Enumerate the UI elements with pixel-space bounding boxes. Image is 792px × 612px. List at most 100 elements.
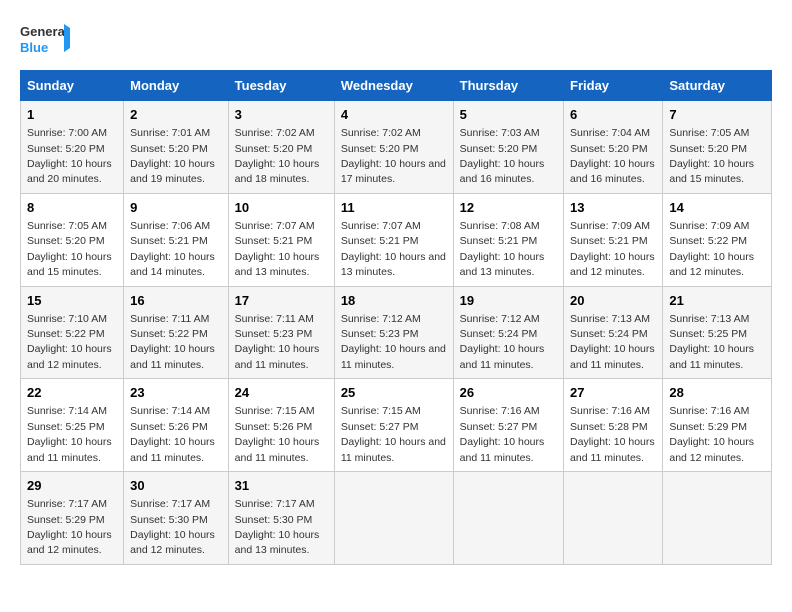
day-number: 23 bbox=[130, 384, 222, 402]
day-number: 19 bbox=[460, 292, 557, 310]
calendar-week-row: 8 Sunrise: 7:05 AMSunset: 5:20 PMDaylight… bbox=[21, 193, 772, 286]
day-number: 3 bbox=[235, 106, 328, 124]
calendar-cell: 5 Sunrise: 7:03 AMSunset: 5:20 PMDaylight… bbox=[453, 101, 563, 194]
day-number: 9 bbox=[130, 199, 222, 217]
day-info: Sunrise: 7:14 AMSunset: 5:25 PMDaylight:… bbox=[27, 405, 112, 463]
day-number: 28 bbox=[669, 384, 765, 402]
calendar-cell: 3 Sunrise: 7:02 AMSunset: 5:20 PMDaylight… bbox=[228, 101, 334, 194]
day-info: Sunrise: 7:15 AMSunset: 5:26 PMDaylight:… bbox=[235, 405, 320, 463]
day-info: Sunrise: 7:14 AMSunset: 5:26 PMDaylight:… bbox=[130, 405, 215, 463]
day-number: 31 bbox=[235, 477, 328, 495]
calendar-cell: 30 Sunrise: 7:17 AMSunset: 5:30 PMDayligh… bbox=[124, 472, 229, 565]
header-cell-sunday: Sunday bbox=[21, 71, 124, 101]
calendar-cell: 21 Sunrise: 7:13 AMSunset: 5:25 PMDayligh… bbox=[663, 286, 772, 379]
day-number: 13 bbox=[570, 199, 656, 217]
day-info: Sunrise: 7:07 AMSunset: 5:21 PMDaylight:… bbox=[341, 220, 446, 278]
day-number: 11 bbox=[341, 199, 447, 217]
day-info: Sunrise: 7:16 AMSunset: 5:27 PMDaylight:… bbox=[460, 405, 545, 463]
calendar-cell: 16Sunrise: 7:11 AMSunset: 5:22 PMDayligh… bbox=[124, 286, 229, 379]
header-cell-saturday: Saturday bbox=[663, 71, 772, 101]
header-cell-thursday: Thursday bbox=[453, 71, 563, 101]
calendar-cell: 27 Sunrise: 7:16 AMSunset: 5:28 PMDayligh… bbox=[564, 379, 663, 472]
day-info: Sunrise: 7:05 AMSunset: 5:20 PMDaylight:… bbox=[27, 220, 112, 278]
day-info: Sunrise: 7:17 AMSunset: 5:29 PMDaylight:… bbox=[27, 498, 112, 556]
calendar-cell: 19 Sunrise: 7:12 AMSunset: 5:24 PMDayligh… bbox=[453, 286, 563, 379]
calendar-cell: 22 Sunrise: 7:14 AMSunset: 5:25 PMDayligh… bbox=[21, 379, 124, 472]
calendar-cell bbox=[334, 472, 453, 565]
day-info: Sunrise: 7:07 AMSunset: 5:21 PMDaylight:… bbox=[235, 220, 320, 278]
day-info: Sunrise: 7:12 AMSunset: 5:24 PMDaylight:… bbox=[460, 313, 545, 371]
day-number: 2 bbox=[130, 106, 222, 124]
calendar-week-row: 1Sunrise: 7:00 AMSunset: 5:20 PMDaylight… bbox=[21, 101, 772, 194]
day-info: Sunrise: 7:08 AMSunset: 5:21 PMDaylight:… bbox=[460, 220, 545, 278]
calendar-week-row: 22 Sunrise: 7:14 AMSunset: 5:25 PMDayligh… bbox=[21, 379, 772, 472]
calendar-body: 1Sunrise: 7:00 AMSunset: 5:20 PMDaylight… bbox=[21, 101, 772, 565]
day-number: 10 bbox=[235, 199, 328, 217]
day-info: Sunrise: 7:06 AMSunset: 5:21 PMDaylight:… bbox=[130, 220, 215, 278]
day-number: 8 bbox=[27, 199, 117, 217]
day-number: 4 bbox=[341, 106, 447, 124]
calendar-cell: 13 Sunrise: 7:09 AMSunset: 5:21 PMDayligh… bbox=[564, 193, 663, 286]
calendar-week-row: 15Sunrise: 7:10 AMSunset: 5:22 PMDayligh… bbox=[21, 286, 772, 379]
day-number: 20 bbox=[570, 292, 656, 310]
day-info: Sunrise: 7:17 AMSunset: 5:30 PMDaylight:… bbox=[130, 498, 215, 556]
day-info: Sunrise: 7:13 AMSunset: 5:24 PMDaylight:… bbox=[570, 313, 655, 371]
calendar-week-row: 29 Sunrise: 7:17 AMSunset: 5:29 PMDayligh… bbox=[21, 472, 772, 565]
header-cell-wednesday: Wednesday bbox=[334, 71, 453, 101]
day-number: 7 bbox=[669, 106, 765, 124]
day-number: 24 bbox=[235, 384, 328, 402]
day-info: Sunrise: 7:05 AMSunset: 5:20 PMDaylight:… bbox=[669, 127, 754, 185]
day-number: 22 bbox=[27, 384, 117, 402]
calendar-cell: 17 Sunrise: 7:11 AMSunset: 5:23 PMDayligh… bbox=[228, 286, 334, 379]
calendar-cell: 4 Sunrise: 7:02 AMSunset: 5:20 PMDaylight… bbox=[334, 101, 453, 194]
day-number: 21 bbox=[669, 292, 765, 310]
day-info: Sunrise: 7:12 AMSunset: 5:23 PMDaylight:… bbox=[341, 313, 446, 371]
day-info: Sunrise: 7:03 AMSunset: 5:20 PMDaylight:… bbox=[460, 127, 545, 185]
svg-text:General: General bbox=[20, 24, 68, 39]
calendar-cell bbox=[564, 472, 663, 565]
day-info: Sunrise: 7:15 AMSunset: 5:27 PMDaylight:… bbox=[341, 405, 446, 463]
logo: General Blue bbox=[20, 20, 70, 60]
calendar-cell: 18 Sunrise: 7:12 AMSunset: 5:23 PMDayligh… bbox=[334, 286, 453, 379]
day-info: Sunrise: 7:11 AMSunset: 5:23 PMDaylight:… bbox=[235, 313, 320, 371]
calendar-cell: 6Sunrise: 7:04 AMSunset: 5:20 PMDaylight… bbox=[564, 101, 663, 194]
day-info: Sunrise: 7:09 AMSunset: 5:21 PMDaylight:… bbox=[570, 220, 655, 278]
calendar-cell bbox=[663, 472, 772, 565]
calendar-cell: 23 Sunrise: 7:14 AMSunset: 5:26 PMDayligh… bbox=[124, 379, 229, 472]
day-number: 29 bbox=[27, 477, 117, 495]
day-info: Sunrise: 7:16 AMSunset: 5:28 PMDaylight:… bbox=[570, 405, 655, 463]
calendar-cell bbox=[453, 472, 563, 565]
day-number: 5 bbox=[460, 106, 557, 124]
header-cell-friday: Friday bbox=[564, 71, 663, 101]
calendar-cell: 12 Sunrise: 7:08 AMSunset: 5:21 PMDayligh… bbox=[453, 193, 563, 286]
day-number: 30 bbox=[130, 477, 222, 495]
day-number: 17 bbox=[235, 292, 328, 310]
calendar-cell: 7 Sunrise: 7:05 AMSunset: 5:20 PMDaylight… bbox=[663, 101, 772, 194]
calendar-cell: 8 Sunrise: 7:05 AMSunset: 5:20 PMDaylight… bbox=[21, 193, 124, 286]
logo-svg: General Blue bbox=[20, 20, 70, 60]
day-number: 14 bbox=[669, 199, 765, 217]
calendar-cell: 24 Sunrise: 7:15 AMSunset: 5:26 PMDayligh… bbox=[228, 379, 334, 472]
day-info: Sunrise: 7:11 AMSunset: 5:22 PMDaylight:… bbox=[130, 313, 215, 371]
calendar-cell: 2Sunrise: 7:01 AMSunset: 5:20 PMDaylight… bbox=[124, 101, 229, 194]
day-info: Sunrise: 7:02 AMSunset: 5:20 PMDaylight:… bbox=[235, 127, 320, 185]
calendar-cell: 9 Sunrise: 7:06 AMSunset: 5:21 PMDaylight… bbox=[124, 193, 229, 286]
day-number: 15 bbox=[27, 292, 117, 310]
day-info: Sunrise: 7:02 AMSunset: 5:20 PMDaylight:… bbox=[341, 127, 446, 185]
day-info: Sunrise: 7:13 AMSunset: 5:25 PMDaylight:… bbox=[669, 313, 754, 371]
day-info: Sunrise: 7:04 AMSunset: 5:20 PMDaylight:… bbox=[570, 127, 655, 185]
day-number: 18 bbox=[341, 292, 447, 310]
day-info: Sunrise: 7:09 AMSunset: 5:22 PMDaylight:… bbox=[669, 220, 754, 278]
calendar-cell: 15Sunrise: 7:10 AMSunset: 5:22 PMDayligh… bbox=[21, 286, 124, 379]
calendar-cell: 14 Sunrise: 7:09 AMSunset: 5:22 PMDayligh… bbox=[663, 193, 772, 286]
header: General Blue bbox=[20, 20, 772, 60]
calendar-header-row: SundayMondayTuesdayWednesdayThursdayFrid… bbox=[21, 71, 772, 101]
day-number: 27 bbox=[570, 384, 656, 402]
calendar-cell: 11 Sunrise: 7:07 AMSunset: 5:21 PMDayligh… bbox=[334, 193, 453, 286]
header-cell-monday: Monday bbox=[124, 71, 229, 101]
calendar-cell: 28 Sunrise: 7:16 AMSunset: 5:29 PMDayligh… bbox=[663, 379, 772, 472]
day-number: 12 bbox=[460, 199, 557, 217]
day-info: Sunrise: 7:16 AMSunset: 5:29 PMDaylight:… bbox=[669, 405, 754, 463]
day-number: 1 bbox=[27, 106, 117, 124]
calendar-cell: 31Sunrise: 7:17 AMSunset: 5:30 PMDayligh… bbox=[228, 472, 334, 565]
